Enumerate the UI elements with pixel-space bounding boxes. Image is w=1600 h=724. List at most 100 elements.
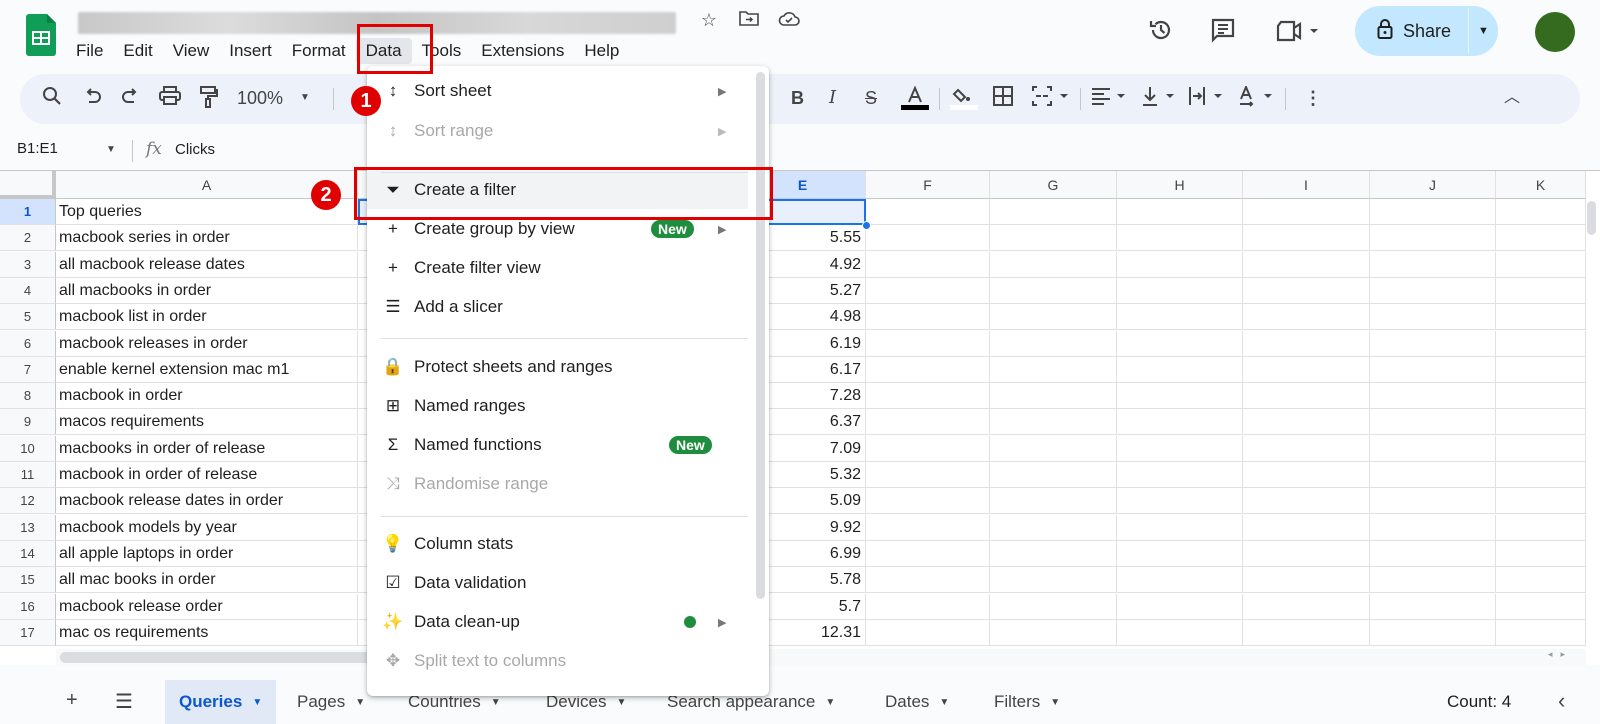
cell-empty[interactable] (1243, 251, 1370, 278)
menu-item-named-functions[interactable]: Σ Named functions New (367, 426, 748, 464)
print-icon[interactable] (159, 86, 181, 110)
menu-help[interactable]: Help (574, 38, 629, 64)
comments-icon[interactable] (1211, 18, 1237, 50)
cell-empty[interactable] (1370, 251, 1496, 278)
cell-empty[interactable] (1370, 356, 1496, 383)
column-header-k[interactable]: K (1496, 171, 1586, 199)
cell-empty[interactable] (990, 593, 1117, 620)
cell-empty[interactable] (1243, 383, 1370, 410)
row-header[interactable]: 3 (0, 251, 56, 278)
cell-empty[interactable] (866, 304, 990, 331)
all-sheets-icon[interactable]: ☰ (115, 689, 133, 714)
cell-empty[interactable] (1117, 383, 1243, 410)
strikethrough-icon[interactable]: S (865, 86, 877, 110)
search-icon[interactable] (42, 86, 62, 110)
cell-a[interactable]: macbook models by year (56, 514, 358, 541)
column-header-h[interactable]: H (1117, 171, 1243, 199)
paint-format-icon[interactable] (199, 86, 219, 110)
sheet-tab-pages[interactable]: Pages ▼ (283, 680, 379, 724)
cell-empty[interactable] (990, 199, 1117, 225)
cell-empty[interactable] (1496, 540, 1586, 567)
cell-empty[interactable] (1243, 514, 1370, 541)
cell-empty[interactable] (1243, 488, 1370, 515)
menu-scrollbar[interactable] (756, 72, 765, 599)
sheets-logo[interactable] (26, 14, 56, 56)
cell-empty[interactable] (866, 593, 990, 620)
row-header[interactable]: 1 (0, 199, 56, 225)
row-header[interactable]: 9 (0, 409, 56, 436)
cell-empty[interactable] (1117, 330, 1243, 357)
cell-empty[interactable] (1117, 514, 1243, 541)
row-header[interactable]: 6 (0, 330, 56, 357)
cell-empty[interactable] (990, 356, 1117, 383)
cell-a[interactable]: all mac books in order (56, 567, 358, 594)
chevron-down-icon[interactable]: ▼ (939, 697, 949, 708)
cell-a[interactable]: macos requirements (56, 409, 358, 436)
name-box[interactable]: B1:E1 (17, 140, 58, 157)
cell-empty[interactable] (1496, 277, 1586, 304)
vertical-align-icon[interactable] (1140, 86, 1180, 110)
add-sheet-icon[interactable]: + (66, 689, 78, 712)
cell-empty[interactable] (1370, 225, 1496, 252)
cell-empty[interactable] (1496, 462, 1586, 488)
cell-empty[interactable] (990, 619, 1117, 646)
text-rotation-icon[interactable] (1238, 84, 1278, 110)
cell-empty[interactable] (1496, 567, 1586, 594)
chevron-down-icon[interactable]: ▼ (825, 697, 835, 708)
cell-empty[interactable] (1370, 435, 1496, 462)
cell-empty[interactable] (990, 383, 1117, 410)
cell-empty[interactable] (1243, 330, 1370, 357)
horizontal-align-icon[interactable] (1091, 86, 1131, 110)
cell-empty[interactable] (1243, 277, 1370, 304)
cell-empty[interactable] (866, 251, 990, 278)
chevron-down-icon[interactable]: ▼ (1050, 697, 1060, 708)
cell-empty[interactable] (866, 462, 990, 488)
cell-empty[interactable] (1370, 488, 1496, 515)
cell-empty[interactable] (1496, 199, 1586, 225)
chevron-down-icon[interactable]: ▼ (355, 697, 365, 708)
cell-empty[interactable] (1243, 540, 1370, 567)
vertical-scrollbar[interactable] (1587, 201, 1596, 235)
row-header[interactable]: 8 (0, 383, 56, 410)
cell-empty[interactable] (866, 435, 990, 462)
cell-empty[interactable] (1243, 462, 1370, 488)
borders-icon[interactable] (993, 86, 1013, 110)
cloud-saved-icon[interactable] (778, 10, 800, 31)
chevron-down-icon[interactable]: ▼ (252, 697, 262, 708)
menu-item-data-clean-up[interactable]: ✨ Data clean-up ▶ (367, 603, 748, 641)
more-icon[interactable]: ⋮ (1304, 86, 1322, 110)
cell-empty[interactable] (866, 488, 990, 515)
menu-item-column-stats[interactable]: 💡 Column stats (367, 525, 748, 563)
cell-empty[interactable] (1243, 593, 1370, 620)
cell-empty[interactable] (1370, 514, 1496, 541)
bold-icon[interactable]: B (791, 86, 804, 110)
fill-handle[interactable] (862, 221, 871, 230)
cell-empty[interactable] (1117, 540, 1243, 567)
cell-empty[interactable] (1496, 409, 1586, 436)
cell-empty[interactable] (1117, 356, 1243, 383)
zoom-select[interactable]: 100% (237, 86, 283, 110)
selection-count[interactable]: Count: 4 (1447, 692, 1511, 712)
menu-edit[interactable]: Edit (113, 38, 162, 64)
cell-a[interactable]: macbook series in order (56, 225, 358, 252)
column-header-j[interactable]: J (1370, 171, 1496, 199)
share-button[interactable]: Share ▼ (1355, 6, 1498, 56)
cell-empty[interactable] (990, 409, 1117, 436)
undo-icon[interactable] (84, 86, 102, 110)
cell-empty[interactable] (1243, 409, 1370, 436)
cell-empty[interactable] (1370, 304, 1496, 331)
star-icon[interactable]: ☆ (698, 10, 720, 31)
menu-insert[interactable]: Insert (219, 38, 282, 64)
cell-empty[interactable] (1370, 567, 1496, 594)
select-all-corner[interactable] (0, 171, 56, 199)
cell-empty[interactable] (1117, 277, 1243, 304)
cell-empty[interactable] (990, 488, 1117, 515)
name-box-dropdown-icon[interactable]: ▼ (106, 144, 116, 155)
cell-empty[interactable] (990, 540, 1117, 567)
cell-empty[interactable] (1117, 488, 1243, 515)
cell-empty[interactable] (1370, 199, 1496, 225)
sheet-tab-filters[interactable]: Filters ▼ (980, 680, 1074, 724)
cell-empty[interactable] (866, 330, 990, 357)
side-panel-toggle-icon[interactable]: ‹ (1558, 688, 1565, 714)
cell-empty[interactable] (1243, 435, 1370, 462)
